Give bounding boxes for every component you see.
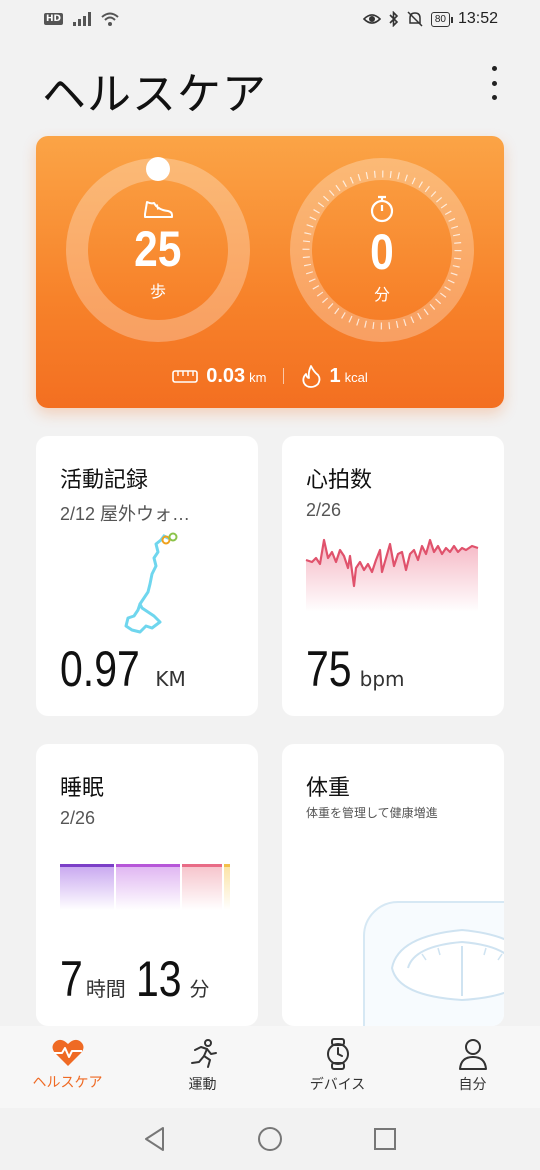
weight-card-title: 体重 (306, 776, 351, 801)
steps-value: 25 (134, 221, 182, 277)
daily-summary-card[interactable]: 25 歩 0 分 0.03 km 1 kcal (36, 136, 504, 408)
sleep-card[interactable]: 睡眠 2/26 7 時間 13 分 (36, 744, 258, 1026)
nav-label-health: ヘルスケア (32, 1075, 103, 1091)
sleep-card-title: 睡眠 (60, 776, 105, 801)
bluetooth-icon (389, 11, 398, 27)
nav-tab-me[interactable]: 自分 (405, 1026, 540, 1108)
steps-ring: 25 歩 (66, 157, 250, 342)
sleep-card-subtitle: 2/26 (60, 808, 96, 828)
bottom-navigation: ヘルスケア 運動 デバイス 自分 (0, 1026, 540, 1108)
page-title: ヘルスケア (42, 69, 267, 120)
distance-value: 0.03 (206, 364, 246, 387)
sleep-hours-value: 7 (60, 951, 83, 1007)
activity-distance: 0.97 KM (60, 644, 192, 694)
more-dot-icon (491, 80, 497, 86)
recent-apps-icon[interactable] (373, 1127, 397, 1151)
time-value: 0 (370, 224, 394, 280)
nav-label-exercise: 運動 (188, 1077, 217, 1093)
shoe-icon (144, 201, 173, 218)
stats-divider (282, 368, 284, 384)
weight-card-subtitle: 体重を管理して健康増進 (306, 806, 438, 820)
scale-icon (363, 901, 504, 1026)
calories-unit: kcal (344, 369, 368, 385)
nav-tab-health[interactable]: ヘルスケア (0, 1026, 135, 1108)
stopwatch-icon (370, 195, 394, 223)
summary-stats: 0.03 km 1 kcal (36, 364, 504, 388)
heart-card-subtitle: 2/26 (306, 500, 342, 520)
activity-distance-value: 0.97 (60, 641, 140, 697)
route-map-graphic (124, 532, 178, 634)
home-icon[interactable] (257, 1126, 283, 1152)
weight-card[interactable]: 体重 体重を管理して健康増進 (282, 744, 504, 1026)
activity-card-title: 活動記録 (60, 468, 149, 493)
nav-tab-devices[interactable]: デバイス (270, 1026, 405, 1108)
status-bar: HD 80 13:52 (0, 0, 540, 40)
heart-rate-value: 75 (306, 641, 352, 697)
clock: 13:52 (457, 10, 498, 27)
heart-rate-unit: bpm (359, 667, 405, 691)
battery-indicator: 80 (430, 11, 454, 27)
bell-off-icon (407, 11, 423, 27)
more-dot-icon (491, 95, 497, 100)
ruler-icon (172, 370, 199, 383)
system-navigation-bar (0, 1108, 540, 1170)
watch-icon (326, 1038, 349, 1070)
steps-unit: 歩 (149, 282, 166, 301)
heart-rate-sparkline (305, 538, 479, 612)
running-icon (190, 1039, 217, 1068)
hd-badge: HD (44, 13, 64, 25)
signal-icon (73, 12, 92, 26)
flame-icon (301, 365, 320, 388)
sleep-stage-bars (60, 864, 230, 910)
nav-tab-exercise[interactable]: 運動 (135, 1026, 270, 1108)
heart-rate-reading: 75 bpm (306, 644, 411, 694)
activity-distance-unit: KM (155, 667, 186, 691)
time-unit: 分 (373, 285, 390, 304)
activity-card-subtitle: 2/12 屋外ウォ… (60, 504, 191, 524)
sleep-minutes-unit: 分 (189, 977, 210, 1001)
heart-pulse-icon (52, 1039, 83, 1066)
calories-value: 1 (329, 364, 341, 387)
activity-record-card[interactable]: 活動記録 2/12 屋外ウォ… 0.97 KM (36, 436, 258, 716)
sleep-hours-unit: 時間 (85, 977, 126, 1001)
distance-unit: km (249, 369, 267, 385)
active-time-ring: 0 分 (290, 158, 474, 342)
eye-icon (362, 14, 381, 24)
sleep-duration: 7 時間 13 分 (60, 954, 215, 1004)
more-dot-icon (491, 66, 497, 71)
heart-rate-card[interactable]: 心拍数 2/26 75 bpm (282, 436, 504, 716)
nav-label-me: 自分 (458, 1077, 487, 1093)
back-icon[interactable] (143, 1126, 167, 1152)
sleep-minutes-value: 13 (135, 951, 182, 1007)
nav-label-devices: デバイス (309, 1077, 366, 1093)
person-icon (458, 1039, 487, 1070)
wifi-icon (101, 12, 119, 26)
more-options-button[interactable] (488, 66, 500, 100)
heart-card-title: 心拍数 (306, 468, 373, 493)
